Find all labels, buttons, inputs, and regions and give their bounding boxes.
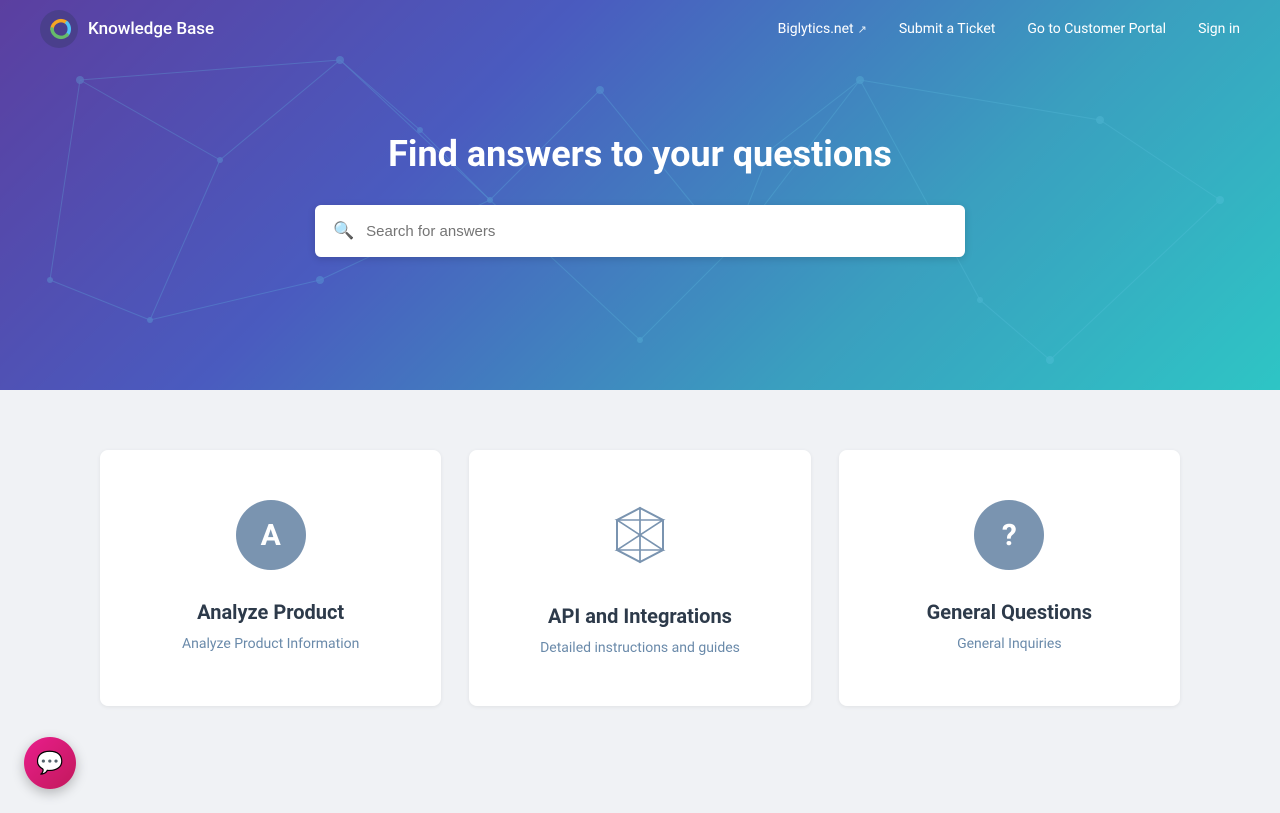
- card-title-api: API and Integrations: [548, 604, 732, 628]
- card-desc-general: General Inquiries: [957, 636, 1062, 652]
- card-general-questions[interactable]: ? General Questions General Inquiries: [839, 450, 1180, 706]
- chat-bubble-icon: 💬: [36, 751, 63, 776]
- navbar: Knowledge Base Biglytics.net ↗ Submit a …: [0, 0, 1280, 58]
- hero-content: Find answers to your questions 🔍: [0, 133, 1280, 257]
- card-title-general: General Questions: [927, 600, 1092, 624]
- chat-bubble-button[interactable]: 💬: [24, 737, 76, 789]
- card-icon-analyze: A: [236, 500, 306, 570]
- customer-portal-link[interactable]: Go to Customer Portal: [1027, 21, 1166, 37]
- biglytics-link[interactable]: Biglytics.net ↗: [778, 21, 867, 37]
- card-desc-analyze: Analyze Product Information: [182, 636, 359, 652]
- sign-in-link[interactable]: Sign in: [1198, 21, 1240, 37]
- card-analyze-product[interactable]: A Analyze Product Analyze Product Inform…: [100, 450, 441, 706]
- brand-logo-icon: [40, 10, 78, 48]
- cards-section: A Analyze Product Analyze Product Inform…: [0, 390, 1280, 766]
- api-geo-icon: [605, 500, 675, 570]
- card-icon-api: [605, 500, 675, 574]
- brand-name-label: Knowledge Base: [88, 19, 214, 39]
- search-icon: 🔍: [333, 221, 354, 241]
- external-link-icon: ↗: [858, 23, 867, 36]
- hero-section: Find answers to your questions 🔍: [0, 0, 1280, 390]
- analyze-product-icon: A: [236, 500, 306, 570]
- card-api-integrations[interactable]: API and Integrations Detailed instructio…: [469, 450, 810, 706]
- card-icon-general: ?: [974, 500, 1044, 570]
- submit-ticket-link[interactable]: Submit a Ticket: [899, 21, 996, 37]
- brand-link[interactable]: Knowledge Base: [40, 10, 214, 48]
- card-desc-api: Detailed instructions and guides: [540, 640, 740, 656]
- navbar-links: Biglytics.net ↗ Submit a Ticket Go to Cu…: [778, 21, 1240, 37]
- card-title-analyze: Analyze Product: [197, 600, 344, 624]
- general-questions-icon: ?: [974, 500, 1044, 570]
- search-input[interactable]: [366, 223, 947, 240]
- hero-title: Find answers to your questions: [388, 133, 892, 175]
- search-bar: 🔍: [315, 205, 965, 257]
